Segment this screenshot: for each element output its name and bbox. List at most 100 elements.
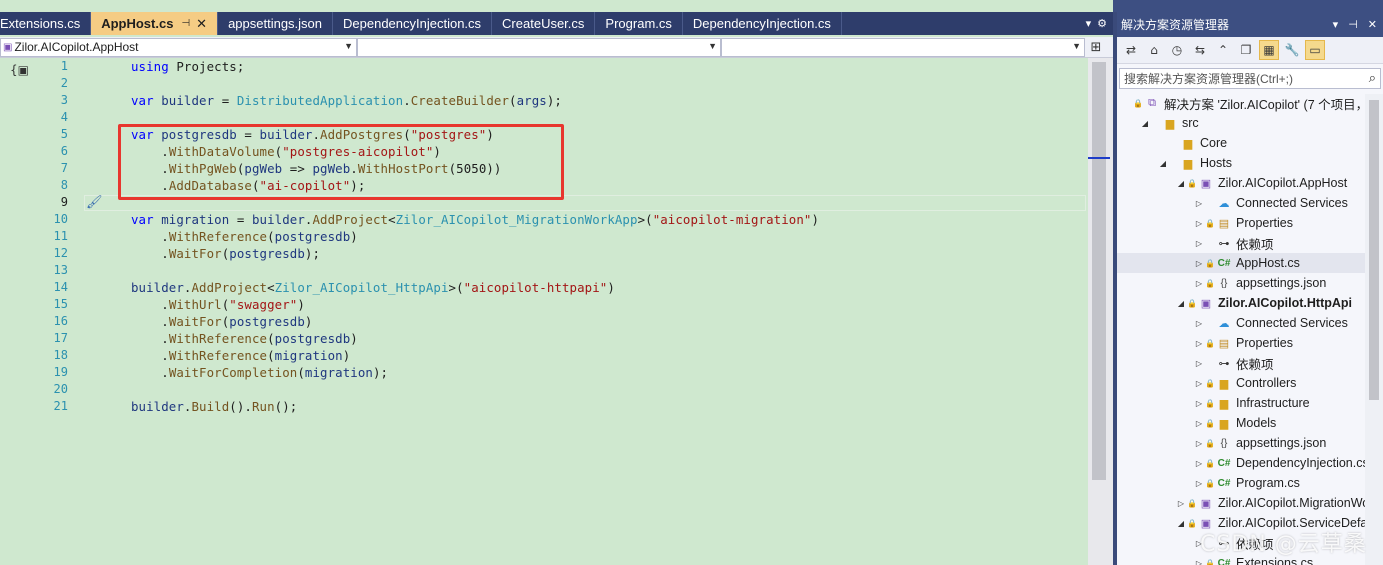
document-tab[interactable]: appsettings.json bbox=[218, 12, 334, 35]
document-tab[interactable]: DependencyInjection.cs bbox=[683, 12, 842, 35]
solution-explorer-scrollbar[interactable] bbox=[1365, 94, 1383, 565]
lock-icon: 🔒 bbox=[1133, 98, 1143, 108]
collapsed-arrow-icon[interactable]: ▷ bbox=[1193, 479, 1205, 488]
tree-item[interactable]: ▷ 🔒 {} appsettings.json bbox=[1117, 433, 1383, 453]
tree-item[interactable]: ▷ ⊶ 依赖项 bbox=[1117, 353, 1383, 373]
preview-icon[interactable]: ▭ bbox=[1305, 40, 1325, 60]
tree-item[interactable]: ◢ 🔒 ▣ Zilor.AICopilot.AppHost bbox=[1117, 173, 1383, 193]
collapsed-arrow-icon[interactable]: ▷ bbox=[1193, 439, 1205, 448]
document-tab[interactable]: AppHost.cs ⊣ ✕ bbox=[91, 12, 219, 35]
member-dropdown[interactable]: ▼ bbox=[721, 37, 1085, 57]
collapsed-arrow-icon[interactable]: ▷ bbox=[1193, 279, 1205, 288]
code-line[interactable]: 18 .WithReference(migration) bbox=[0, 347, 1088, 364]
lock-icon: 🔒 bbox=[1205, 398, 1215, 408]
code-line[interactable]: 1 using Projects; bbox=[0, 58, 1088, 75]
code-line[interactable]: 16 .WaitFor(postgresdb) bbox=[0, 313, 1088, 330]
tree-item[interactable]: ▷ ☁ Connected Services bbox=[1117, 313, 1383, 333]
collapsed-arrow-icon[interactable]: ▷ bbox=[1193, 399, 1205, 408]
collapsed-arrow-icon[interactable]: ▷ bbox=[1193, 459, 1205, 468]
tree-item[interactable]: ◢ 🔒 ▣ Zilor.AICopilot.HttpApi bbox=[1117, 293, 1383, 313]
pin-icon[interactable]: ⊣ bbox=[1348, 18, 1358, 31]
close-icon[interactable]: ✕ bbox=[1368, 18, 1377, 31]
show-all-files-icon[interactable]: ▦ bbox=[1259, 40, 1279, 60]
project-dropdown[interactable]: ▣ Zilor.AICopilot.AppHost ▼ bbox=[0, 37, 357, 57]
tree-item[interactable]: ▷ ☁ Connected Services bbox=[1117, 193, 1383, 213]
panel-dropdown-icon[interactable]: ▾ bbox=[1333, 18, 1339, 31]
tree-item[interactable]: ▷ ⊶ 依赖项 bbox=[1117, 233, 1383, 253]
document-tab[interactable]: CreateUser.cs bbox=[492, 12, 596, 35]
tree-item[interactable]: ▆ Core bbox=[1117, 133, 1383, 153]
code-line[interactable]: 19 .WaitForCompletion(migration); bbox=[0, 364, 1088, 381]
document-tab[interactable]: Program.cs bbox=[595, 12, 683, 35]
code-line[interactable]: 11 .WithReference(postgresdb) bbox=[0, 228, 1088, 245]
line-number: 2 bbox=[60, 76, 68, 90]
collapsed-arrow-icon[interactable]: ▷ bbox=[1193, 379, 1205, 388]
collapsed-arrow-icon[interactable]: ▷ bbox=[1193, 359, 1205, 368]
search-icon[interactable]: ⌕ bbox=[1369, 70, 1376, 86]
code-line[interactable]: 17 .WithReference(postgresdb) bbox=[0, 330, 1088, 347]
expanded-arrow-icon[interactable]: ◢ bbox=[1175, 179, 1187, 188]
code-line[interactable]: 2 bbox=[0, 75, 1088, 92]
tree-item[interactable]: ◢ ▆ Hosts bbox=[1117, 153, 1383, 173]
expanded-arrow-icon[interactable]: ◢ bbox=[1157, 159, 1169, 168]
properties-wrench-icon[interactable]: 🔧 bbox=[1282, 40, 1302, 60]
collapsed-arrow-icon[interactable]: ▷ bbox=[1193, 419, 1205, 428]
collapsed-arrow-icon[interactable]: ▷ bbox=[1193, 199, 1205, 208]
line-number: 4 bbox=[60, 110, 68, 124]
settings-gear-icon[interactable]: ⚙ bbox=[1097, 17, 1107, 30]
expanded-arrow-icon[interactable]: ◢ bbox=[1175, 299, 1187, 308]
sync-icon[interactable]: ⇆ bbox=[1190, 40, 1210, 60]
code-line[interactable]: 12 .WaitFor(postgresdb); bbox=[0, 245, 1088, 262]
tree-item[interactable]: 🔒 ⧉ 解决方案 'Zilor.AICopilot' (7 个项目，共 bbox=[1117, 93, 1383, 113]
collapse-all-icon[interactable]: ⌃ bbox=[1213, 40, 1233, 60]
tree-item[interactable]: ▷ 🔒 ▤ Properties bbox=[1117, 333, 1383, 353]
expanded-arrow-icon[interactable]: ◢ bbox=[1139, 119, 1151, 128]
collapsed-arrow-icon[interactable]: ▷ bbox=[1193, 559, 1205, 565]
switch-view-icon[interactable]: ⇄ bbox=[1121, 40, 1141, 60]
tree-item[interactable]: ▷ 🔒 ▆ Infrastructure bbox=[1117, 393, 1383, 413]
pin-tab-icon[interactable]: ⊣ bbox=[181, 18, 190, 29]
history-icon[interactable]: ◷ bbox=[1167, 40, 1187, 60]
code-line[interactable]: 10 var migration = builder.AddProject<Zil… bbox=[0, 211, 1088, 228]
code-line[interactable]: 13 bbox=[0, 262, 1088, 279]
expanded-arrow-icon[interactable]: ◢ bbox=[1175, 519, 1187, 528]
scrollbar-thumb[interactable] bbox=[1092, 62, 1106, 480]
home-icon[interactable]: ⌂ bbox=[1144, 40, 1164, 60]
tree-item[interactable]: ▷ 🔒 {} appsettings.json bbox=[1117, 273, 1383, 293]
tree-item[interactable]: ▷ 🔒 ▆ Controllers bbox=[1117, 373, 1383, 393]
watermark: CSDN @云草桑 bbox=[1200, 532, 1367, 557]
editor-vertical-scrollbar[interactable] bbox=[1088, 58, 1113, 565]
tree-item-label: Hosts bbox=[1200, 156, 1232, 170]
scrollbar-thumb[interactable] bbox=[1369, 100, 1379, 400]
solution-search-input[interactable]: 搜索解决方案资源管理器(Ctrl+;) ⌕ bbox=[1119, 68, 1381, 89]
collapsed-arrow-icon[interactable]: ▷ bbox=[1193, 219, 1205, 228]
code-editor[interactable]: {▣ 🖌 1 using Projects; 2 3 var builder = Dis… bbox=[0, 58, 1088, 565]
document-tab[interactable]: DependencyInjection.cs bbox=[333, 12, 493, 35]
tree-item[interactable]: ▷ 🔒 C# DependencyInjection.cs bbox=[1117, 453, 1383, 473]
tree-item[interactable]: ▷ 🔒 C# Program.cs bbox=[1117, 473, 1383, 493]
code-line[interactable]: 15 .WithUrl("swagger") bbox=[0, 296, 1088, 313]
tree-item[interactable]: ▷ 🔒 C# AppHost.cs bbox=[1117, 253, 1383, 273]
copy-icon[interactable]: ❐ bbox=[1236, 40, 1256, 60]
collapsed-arrow-icon[interactable]: ▷ bbox=[1193, 239, 1205, 248]
code-line[interactable]: 21 builder.Build().Run(); bbox=[0, 398, 1088, 415]
tree-item-label: Properties bbox=[1236, 216, 1293, 230]
collapsed-arrow-icon[interactable]: ▷ bbox=[1193, 259, 1205, 268]
tree-item[interactable]: ▷ 🔒 ▣ Zilor.AICopilot.MigrationWo bbox=[1117, 493, 1383, 513]
lock-icon: 🔒 bbox=[1205, 278, 1215, 288]
document-tab[interactable]: Extensions.cs bbox=[0, 12, 92, 35]
tree-item[interactable]: ◢ ▆ src bbox=[1117, 113, 1383, 133]
split-editor-icon[interactable]: ⊞ bbox=[1085, 38, 1107, 57]
code-line[interactable]: 20 bbox=[0, 381, 1088, 398]
type-dropdown[interactable]: ▼ bbox=[357, 37, 721, 57]
collapsed-arrow-icon[interactable]: ▷ bbox=[1193, 319, 1205, 328]
tab-dropdown-icon[interactable]: ▾ bbox=[1086, 17, 1092, 30]
collapsed-arrow-icon[interactable]: ▷ bbox=[1193, 339, 1205, 348]
code-line[interactable]: 14 builder.AddProject<Zilor_AICopilot_Htt… bbox=[0, 279, 1088, 296]
code-line[interactable]: 3 var builder = DistributedApplication.Cr… bbox=[0, 92, 1088, 109]
tree-item[interactable]: ▷ 🔒 ▆ Models bbox=[1117, 413, 1383, 433]
close-tab-icon[interactable]: ✕ bbox=[196, 16, 207, 32]
collapsed-arrow-icon[interactable]: ▷ bbox=[1175, 499, 1187, 508]
chevron-down-icon: ▼ bbox=[708, 40, 717, 51]
tree-item[interactable]: ▷ 🔒 ▤ Properties bbox=[1117, 213, 1383, 233]
